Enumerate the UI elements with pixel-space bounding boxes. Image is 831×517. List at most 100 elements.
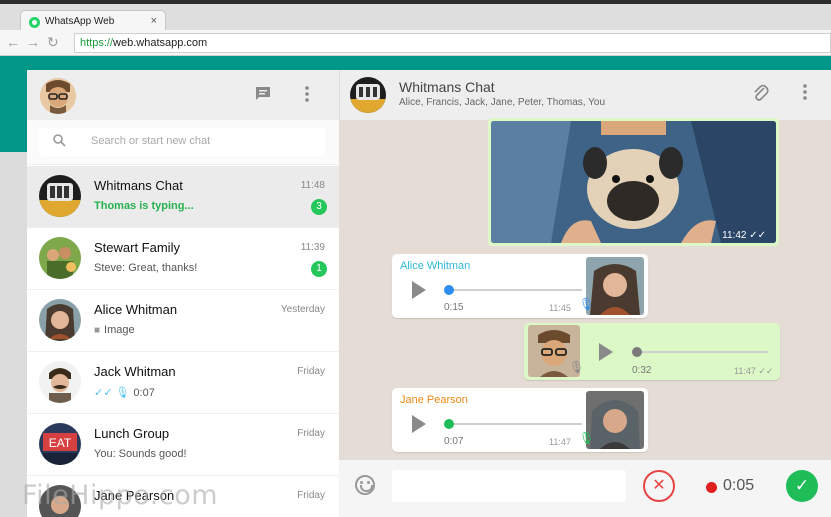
chat-time: Yesterday [280, 304, 325, 315]
unread-badge: 3 [311, 199, 327, 215]
url-scheme: https:// [80, 37, 114, 49]
conversation-menu-icon[interactable] [803, 84, 807, 105]
chat-preview: Steve: Great, thanks! [94, 262, 198, 274]
sidebar-header [27, 70, 339, 120]
message-sender: Jane Pearson [400, 394, 468, 406]
url-text: https://web.whatsapp.com [80, 37, 207, 49]
tab-title: WhatsApp Web [45, 16, 115, 27]
mic-icon: 🎙 [579, 297, 595, 311]
unread-badge: 1 [311, 261, 327, 277]
chat-preview: Thomas is typing... [94, 200, 194, 212]
message-time: 11:47 ✓✓ [734, 366, 773, 377]
chat-name: Stewart Family [94, 240, 180, 255]
chat-time: 11:48 [300, 180, 325, 191]
audio-progress-track[interactable] [447, 289, 582, 291]
conversation-members: Alice, Francis, Jack, Jane, Peter, Thoma… [399, 97, 606, 108]
message-composer: ✕ 0:05 ✓ [339, 459, 831, 517]
chat-item-stewart-family[interactable]: Stewart Family 11:39 Steve: Great, thank… [27, 228, 339, 290]
audio-progress-knob[interactable] [632, 347, 642, 357]
mic-icon: 🎙 [115, 387, 130, 399]
chat-name: Whitmans Chat [94, 178, 183, 193]
menu-dots-icon[interactable] [305, 86, 309, 107]
tab-strip: WhatsApp Web × [0, 4, 831, 34]
attach-paperclip-icon[interactable] [752, 84, 770, 107]
chat-item-jack-whitman[interactable]: Jack Whitman Friday ✓✓ 🎙 0:07 [27, 352, 339, 414]
chat-time: Friday [297, 490, 325, 501]
message-time-text: 11:47 [734, 366, 756, 376]
audio-progress-track[interactable] [447, 423, 582, 425]
whatsapp-favicon-icon [29, 17, 40, 28]
message-sender: Alice Whitman [400, 260, 471, 272]
message-time: 11:47 [549, 437, 571, 447]
chat-time: 11:39 [300, 242, 325, 253]
browser-toolbar: ← → ↻ https://web.whatsapp.com [0, 30, 831, 56]
chat-list-panel: Whitmans Chat 11:48 Thomas is typing... … [27, 70, 339, 517]
cancel-recording-button[interactable]: ✕ [643, 470, 675, 502]
tab-close-icon[interactable]: × [151, 15, 157, 27]
play-icon[interactable] [412, 281, 426, 299]
chat-avatar [39, 237, 81, 279]
chat-preview: ■ Image [94, 324, 135, 336]
my-avatar[interactable] [40, 78, 76, 114]
audio-progress-knob[interactable] [444, 285, 454, 295]
chat-avatar: EAT [39, 423, 81, 465]
group-avatar [350, 77, 386, 113]
chat-preview-text: Image [104, 324, 135, 336]
conversation-title: Whitmans Chat [399, 79, 495, 95]
chat-item-alice-whitman[interactable]: Alice Whitman Yesterday ■ Image [27, 290, 339, 352]
mic-icon: 🎙 [569, 360, 585, 374]
read-ticks-icon: ✓✓ [94, 387, 113, 399]
recording-timer: 0:05 [723, 477, 755, 494]
chat-name: Jack Whitman [94, 364, 176, 379]
message-time: 11:42 ✓✓ [722, 230, 766, 241]
watermark: FileHippo.com [22, 480, 219, 511]
image-time: 11:42 [722, 230, 747, 241]
play-icon[interactable] [412, 415, 426, 433]
chat-item-lunch-group[interactable]: EAT Lunch Group Friday You: Sounds good! [27, 414, 339, 476]
image-message[interactable]: 11:42 ✓✓ [488, 118, 779, 246]
new-chat-icon[interactable] [255, 86, 271, 106]
message-time: 11:45 [549, 303, 571, 313]
mic-icon: 🎙 [579, 431, 595, 445]
recording-dot-icon [706, 482, 717, 493]
chat-name: Lunch Group [94, 426, 170, 441]
chat-avatar [39, 175, 81, 217]
emoji-icon[interactable] [355, 475, 375, 495]
search-icon [53, 134, 66, 150]
profile-photo-icon [40, 78, 76, 114]
sent-ticks-icon: ✓✓ [758, 366, 774, 376]
chat-preview-text: 0:07 [133, 387, 155, 399]
message-input[interactable] [392, 470, 626, 502]
chat-avatar [39, 361, 81, 403]
conversation-panel: Whitmans Chat Alice, Francis, Jack, Jane… [339, 70, 831, 517]
chat-time: Friday [297, 428, 325, 439]
address-bar[interactable]: https://web.whatsapp.com [74, 33, 831, 53]
audio-progress-track[interactable] [636, 351, 768, 353]
chat-item-whitmans-chat[interactable]: Whitmans Chat 11:48 Thomas is typing... … [27, 166, 339, 228]
chat-time: Friday [297, 366, 325, 377]
message-list: 11:42 ✓✓ Alice Whitman 0:15 11:45 🎙 🎙 0:… [339, 118, 831, 460]
reload-icon[interactable]: ↻ [47, 34, 59, 51]
camera-icon: ■ [94, 325, 101, 336]
read-ticks-icon: ✓✓ [749, 230, 766, 241]
play-icon[interactable] [599, 343, 613, 361]
voice-message-outgoing[interactable]: 🎙 0:32 11:47 ✓✓ [524, 323, 780, 380]
search-bar [27, 120, 339, 165]
search-box[interactable] [39, 128, 325, 156]
chat-name: Alice Whitman [94, 302, 178, 317]
voice-message[interactable]: Alice Whitman 0:15 11:45 🎙 [392, 254, 648, 318]
pug-photo: 11:42 ✓✓ [491, 121, 776, 243]
chat-avatar [39, 299, 81, 341]
search-input[interactable] [91, 135, 311, 147]
back-arrow-icon[interactable]: ← [6, 34, 20, 50]
audio-duration: 0:32 [632, 365, 652, 376]
audio-progress-knob[interactable] [444, 419, 454, 429]
audio-duration: 0:07 [444, 436, 464, 447]
url-host: web.whatsapp.com [113, 37, 208, 49]
send-recording-button[interactable]: ✓ [786, 470, 818, 502]
conversation-header[interactable]: Whitmans Chat Alice, Francis, Jack, Jane… [339, 70, 831, 120]
forward-arrow-icon[interactable]: → [26, 34, 40, 50]
voice-message[interactable]: Jane Pearson 0:07 11:47 🎙 [392, 388, 648, 452]
sender-avatar [586, 257, 644, 315]
svg-text:EAT: EAT [49, 436, 72, 450]
